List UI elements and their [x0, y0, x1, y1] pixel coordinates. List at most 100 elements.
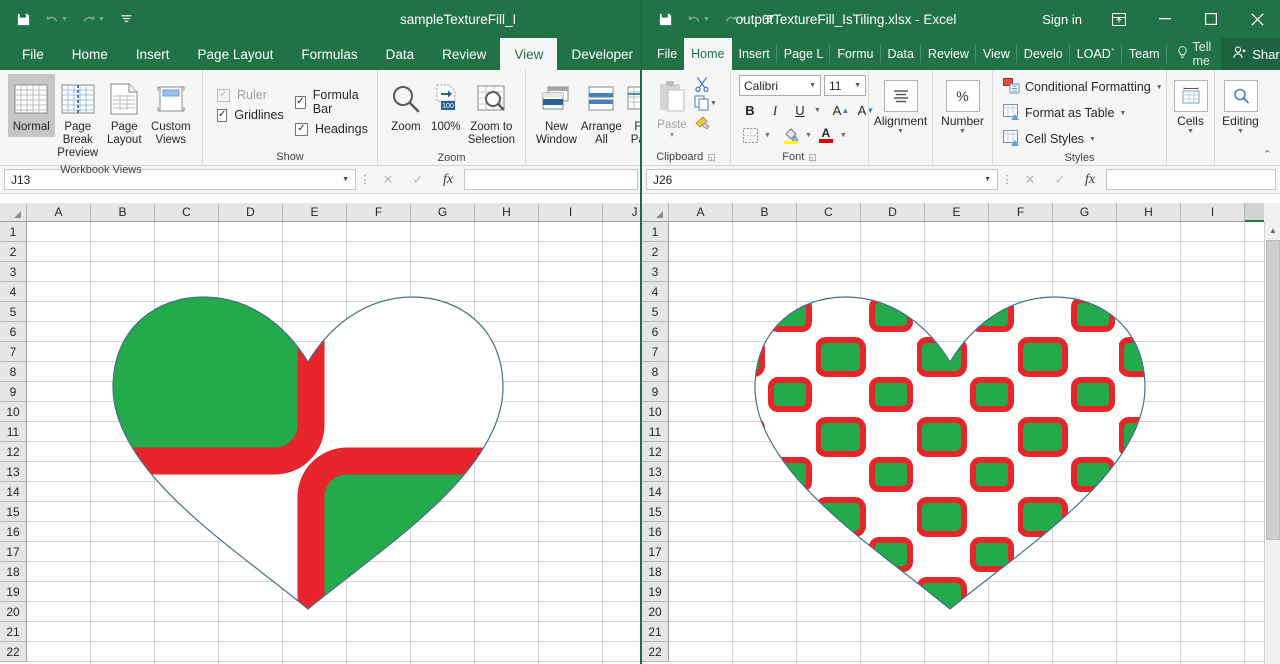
- column-header-b[interactable]: B: [91, 203, 155, 222]
- save-icon[interactable]: [658, 8, 673, 30]
- insert-function-icon[interactable]: fx: [434, 169, 462, 190]
- column-header-d[interactable]: D: [219, 203, 283, 222]
- tab-insert[interactable]: Insert: [122, 38, 184, 70]
- number-button[interactable]: % Number ▼: [941, 78, 984, 135]
- row-header-20[interactable]: 20: [642, 602, 669, 622]
- row-header-21[interactable]: 21: [0, 622, 27, 642]
- gridlines-checkbox-row[interactable]: ✓ Gridlines: [217, 108, 283, 122]
- row-header-5[interactable]: 5: [0, 302, 27, 322]
- redo-icon[interactable]: ▼: [724, 8, 747, 30]
- row-header-22[interactable]: 22: [642, 642, 669, 662]
- row-header-7[interactable]: 7: [642, 342, 669, 362]
- format-painter-icon[interactable]: [694, 114, 717, 130]
- headings-checkbox-row[interactable]: ✓ Headings: [295, 122, 368, 136]
- column-header-a[interactable]: A: [669, 203, 733, 222]
- cells-button[interactable]: Cells ▼: [1174, 78, 1208, 135]
- column-header-h[interactable]: H: [475, 203, 539, 222]
- tab-file[interactable]: File: [650, 38, 684, 70]
- formula-bar-checkbox[interactable]: ✓: [295, 96, 306, 109]
- row-header-19[interactable]: 19: [0, 582, 27, 602]
- row-header-4[interactable]: 4: [0, 282, 27, 302]
- grow-font-button[interactable]: A▲: [830, 100, 852, 121]
- row-header-19[interactable]: 19: [642, 582, 669, 602]
- row-header-6[interactable]: 6: [0, 322, 27, 342]
- headings-checkbox[interactable]: ✓: [295, 123, 308, 136]
- row-header-2[interactable]: 2: [0, 242, 27, 262]
- row-header-11[interactable]: 11: [642, 422, 669, 442]
- column-header-a[interactable]: A: [27, 203, 91, 222]
- page-break-preview-button[interactable]: Page Break Preview: [55, 74, 102, 164]
- row-header-20[interactable]: 20: [0, 602, 27, 622]
- tab-formulas[interactable]: Formulas: [287, 38, 371, 70]
- column-header-b[interactable]: B: [733, 203, 797, 222]
- heart-shape-tiled-texture[interactable]: [715, 257, 1185, 617]
- formula-input-right[interactable]: [1106, 169, 1276, 190]
- tab-developer[interactable]: Developer: [557, 38, 642, 70]
- chevron-down-icon[interactable]: ▼: [1119, 110, 1126, 117]
- tell-me-box[interactable]: Tell me: [1167, 38, 1222, 70]
- select-all-button-left[interactable]: [0, 203, 27, 222]
- cell-styles-button[interactable]: Cell Styles ▼: [1001, 127, 1098, 151]
- row-header-12[interactable]: 12: [0, 442, 27, 462]
- chevron-down-icon[interactable]: ▼: [809, 82, 816, 89]
- font-dialog-launcher-icon[interactable]: ◱: [808, 152, 817, 163]
- collapse-ribbon-icon[interactable]: ⌃: [1263, 148, 1272, 161]
- undo-icon[interactable]: ▼: [687, 8, 710, 30]
- row-header-21[interactable]: 21: [642, 622, 669, 642]
- row-header-14[interactable]: 14: [0, 482, 27, 502]
- chevron-down-icon[interactable]: ▼: [1156, 84, 1163, 91]
- gridlines-checkbox[interactable]: ✓: [217, 109, 227, 122]
- page-layout-button[interactable]: Page Layout: [101, 74, 148, 150]
- heart-shape-stretched-texture[interactable]: [73, 257, 543, 617]
- close-icon[interactable]: [1234, 0, 1280, 38]
- formula-bar-checkbox-row[interactable]: ✓ Formula Bar: [295, 88, 368, 116]
- share-button[interactable]: Share: [1221, 38, 1280, 70]
- formula-input-left[interactable]: [464, 169, 638, 190]
- cancel-icon[interactable]: ✕: [374, 169, 402, 190]
- fill-color-icon[interactable]: [780, 125, 802, 146]
- zoom-button[interactable]: Zoom: [386, 74, 426, 137]
- tab-data[interactable]: Data: [372, 38, 429, 70]
- tab-review[interactable]: Review: [428, 38, 500, 70]
- chevron-down-icon[interactable]: ▼: [342, 176, 349, 183]
- row-header-22[interactable]: 22: [0, 642, 27, 662]
- row-header-2[interactable]: 2: [642, 242, 669, 262]
- cells-area-left[interactable]: [27, 222, 642, 664]
- ribbon-display-options-icon[interactable]: [1096, 0, 1142, 38]
- tab-page-layout[interactable]: Page Layout: [184, 38, 288, 70]
- vertical-scrollbar-right[interactable]: ▲: [1264, 222, 1280, 664]
- maximize-icon[interactable]: [1188, 0, 1234, 38]
- row-header-14[interactable]: 14: [642, 482, 669, 502]
- insert-function-icon[interactable]: fx: [1076, 169, 1104, 190]
- chevron-down-icon[interactable]: ▼: [897, 128, 904, 135]
- worksheet-grid-right[interactable]: ABCDEFGHIJ 12345678910111213141516171819…: [642, 203, 1280, 664]
- editing-button[interactable]: Editing ▼: [1222, 78, 1259, 135]
- name-box-right[interactable]: J26 ▼: [646, 169, 998, 190]
- ruler-checkbox-row[interactable]: ✓ Ruler: [217, 88, 283, 102]
- alignment-button[interactable]: Alignment ▼: [874, 78, 927, 135]
- column-header-j[interactable]: J: [603, 203, 642, 222]
- bold-button[interactable]: B: [739, 100, 761, 121]
- tab-view[interactable]: View: [500, 38, 557, 70]
- italic-button[interactable]: I: [764, 100, 786, 121]
- row-header-8[interactable]: 8: [0, 362, 27, 382]
- format-as-table-button[interactable]: Format as Table ▼: [1001, 101, 1128, 125]
- enter-icon[interactable]: ✓: [1046, 169, 1074, 190]
- fill-color-dropdown-icon[interactable]: ▼: [805, 132, 812, 139]
- scrollbar-thumb[interactable]: [1266, 240, 1280, 540]
- tab-formulas[interactable]: Formu: [830, 38, 880, 70]
- column-header-c[interactable]: C: [155, 203, 219, 222]
- zoom-100-button[interactable]: 100 100%: [426, 74, 466, 137]
- column-header-g[interactable]: G: [411, 203, 475, 222]
- row-header-18[interactable]: 18: [642, 562, 669, 582]
- row-header-16[interactable]: 16: [642, 522, 669, 542]
- row-header-4[interactable]: 4: [642, 282, 669, 302]
- chevron-down-icon[interactable]: ▼: [959, 128, 966, 135]
- row-header-13[interactable]: 13: [642, 462, 669, 482]
- font-color-icon[interactable]: A: [815, 125, 837, 146]
- chevron-down-icon[interactable]: ▼: [1237, 128, 1244, 135]
- column-header-i[interactable]: I: [1181, 203, 1245, 222]
- enter-icon[interactable]: ✓: [404, 169, 432, 190]
- chevron-down-icon[interactable]: ▼: [984, 176, 991, 183]
- font-size-combo[interactable]: 11 ▼: [824, 75, 866, 96]
